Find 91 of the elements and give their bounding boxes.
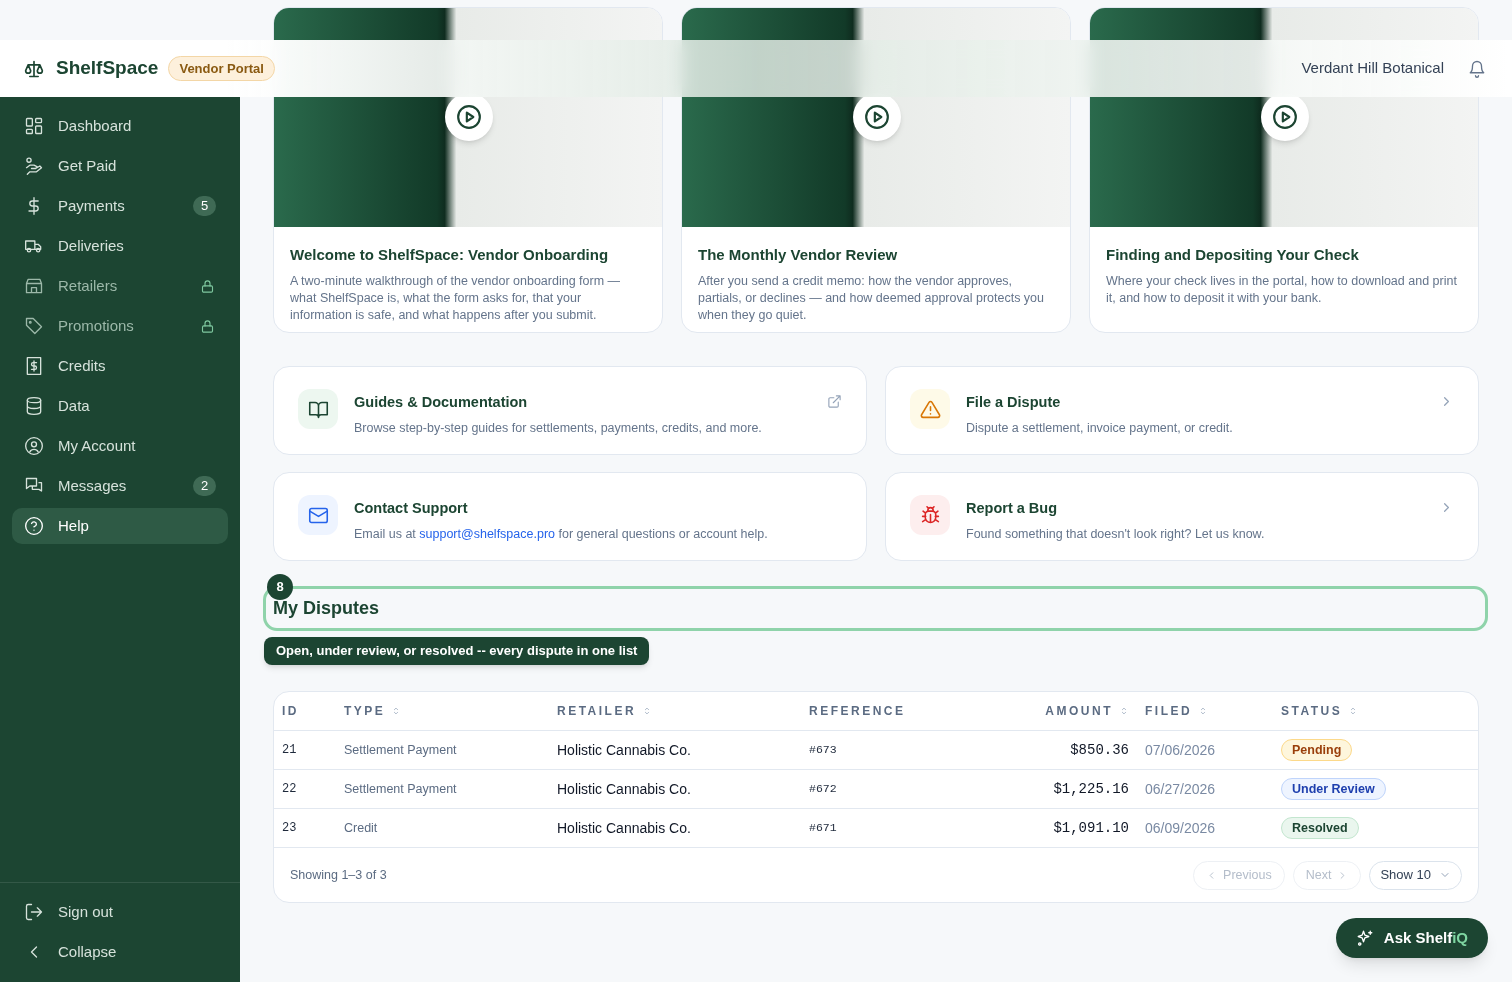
email-link[interactable]: support@shelfspace.pro [419,526,555,541]
sidebar-item[interactable]: Credits [12,348,228,384]
link-title: Report a Bug [966,499,1059,518]
link-description: Email us at support@shelfspace.pro for general questions or account help. [354,525,769,543]
bell-icon [1468,59,1486,78]
user-circle-icon [24,436,44,456]
table-cell-text: #673 [809,742,837,759]
table-cell-text: Settlement Payment [344,780,457,798]
sidebar-item[interactable]: Retailers [12,268,228,304]
table-cell-text: #672 [809,781,837,798]
table-cell-text: 23 [282,820,297,837]
link-description: Found something that doesn't look right? Let us know. [966,525,1266,543]
video-description: Where your check lives in the portal, how to download and print it, and how to deposit it with your bank. [1106,272,1458,307]
receipt-icon [24,356,44,376]
table-cell-text: 21 [282,742,297,759]
bug-icon [919,504,941,526]
table-cell-text: $850.36 [1070,740,1129,760]
video-title: Finding and Depositing Your Check [1106,245,1360,265]
help-link-card[interactable]: File a Dispute Dispute a settlement, invoice payment, or credit. [885,366,1479,455]
hand-coin-icon [24,156,44,176]
table-cell-text: Credit [344,819,378,837]
video-title: The Monthly Vendor Review [698,245,899,265]
help-link-card[interactable]: Contact Support Email us at support@shelfspace.pro for general questions or account help. [273,472,867,561]
table-cell-text: 06/27/2026 [1145,779,1216,799]
brand-name: ShelfSpace [56,56,159,81]
link-title: Guides & Documentation [354,393,529,412]
sidebar-item[interactable]: Collapse [12,934,228,970]
table-cell-text: Holistic Cannabis Co. [557,818,691,838]
link-description: Dispute a settlement, invoice payment, or credit. [966,419,1234,437]
video-description: A two-minute walkthrough of the vendor onboarding form — what ShelfSpace is, what the form asks for, that your information is safe, and what happens after you submit. [290,272,622,324]
table-cell-text: 06/09/2026 [1145,818,1216,838]
table-cell-text: #671 [809,820,837,837]
help-link-card[interactable]: Guides & Documentation Browse step-by-step guides for settlements, payments, credits, and more. [273,366,867,455]
dashboard-grid-icon [24,116,44,136]
table-cell-text: 22 [282,781,297,798]
table-cell-text: $1,091.10 [1053,818,1129,838]
warning-icon [919,398,941,420]
sidebar-item[interactable]: My Account [12,428,228,464]
column-header[interactable]: RETAILER [557,702,809,720]
sidebar-item[interactable]: Deliveries [12,228,228,264]
sidebar-item[interactable]: Get Paid [12,148,228,184]
table-cell-text: $1,225.16 [1053,779,1129,799]
database-icon [24,396,44,416]
video-description: After you send a credit memo: how the vendor approves, partials, or declines — and how deemed approval protects you when they go quiet. [698,272,1046,324]
sidebar-item[interactable]: Promotions [12,308,228,344]
sidebar-item[interactable]: Dashboard [12,108,228,144]
play-icon [456,104,482,130]
scale-logo-icon [24,58,44,79]
sparkle-icon [1355,929,1374,947]
tour-step-badge: 8 [267,574,293,600]
column-header[interactable]: FILED [1129,702,1281,720]
lock-icon [200,318,215,334]
count-badge: 2 [193,476,216,496]
external-link-icon [827,394,842,409]
sort-icon [1119,706,1129,716]
column-header[interactable]: AMOUNT [989,702,1129,720]
table-cell-text: 07/06/2026 [1145,740,1216,760]
help-link-card[interactable]: Report a Bug Found something that doesn't look right? Let us know. [885,472,1479,561]
status-badge: Resolved [1281,817,1359,839]
tour-tooltip: Open, under review, or resolved -- every dispute in one list [264,637,650,665]
tag-icon [24,316,44,336]
column-header: REFERENCE [809,703,907,720]
status-badge: Pending [1281,739,1353,761]
count-badge: 5 [193,196,216,216]
column-header[interactable]: TYPE [344,702,557,720]
pagination-summary: Showing 1–3 of 3 [290,866,387,884]
column-header[interactable]: STATUS [1281,702,1470,720]
storefront-icon [24,276,44,296]
account-name: Verdant Hill Botanical [1301,58,1444,79]
sidebar-item[interactable]: Sign out [12,894,228,930]
sign-out-icon [24,902,44,922]
play-icon [1272,104,1298,130]
sidebar-item[interactable]: Payments 5 [12,188,228,224]
table-cell-text: Holistic Cannabis Co. [557,779,691,799]
play-icon [864,104,890,130]
table-cell-text: Holistic Cannabis Co. [557,740,691,760]
status-badge: Under Review [1281,778,1386,800]
sidebar-item[interactable]: Messages 2 [12,468,228,504]
link-description: Browse step-by-step guides for settlements, payments, credits, and more. [354,419,763,437]
help-icon [24,516,44,536]
video-title: Welcome to ShelfSpace: Vendor Onboarding [290,245,610,265]
section-title: My Disputes [273,597,380,620]
sidebar-item[interactable]: Help [12,508,228,544]
sidebar-item[interactable]: Data [12,388,228,424]
table-cell-text: Settlement Payment [344,741,457,759]
link-title: Contact Support [354,499,469,518]
lock-icon [200,278,215,294]
ask-assistant-button[interactable]: Ask ShelfiQ [1335,918,1488,958]
column-header: ID [282,703,300,720]
link-title: File a Dispute [966,393,1062,412]
portal-badge: Vendor Portal [168,55,275,82]
